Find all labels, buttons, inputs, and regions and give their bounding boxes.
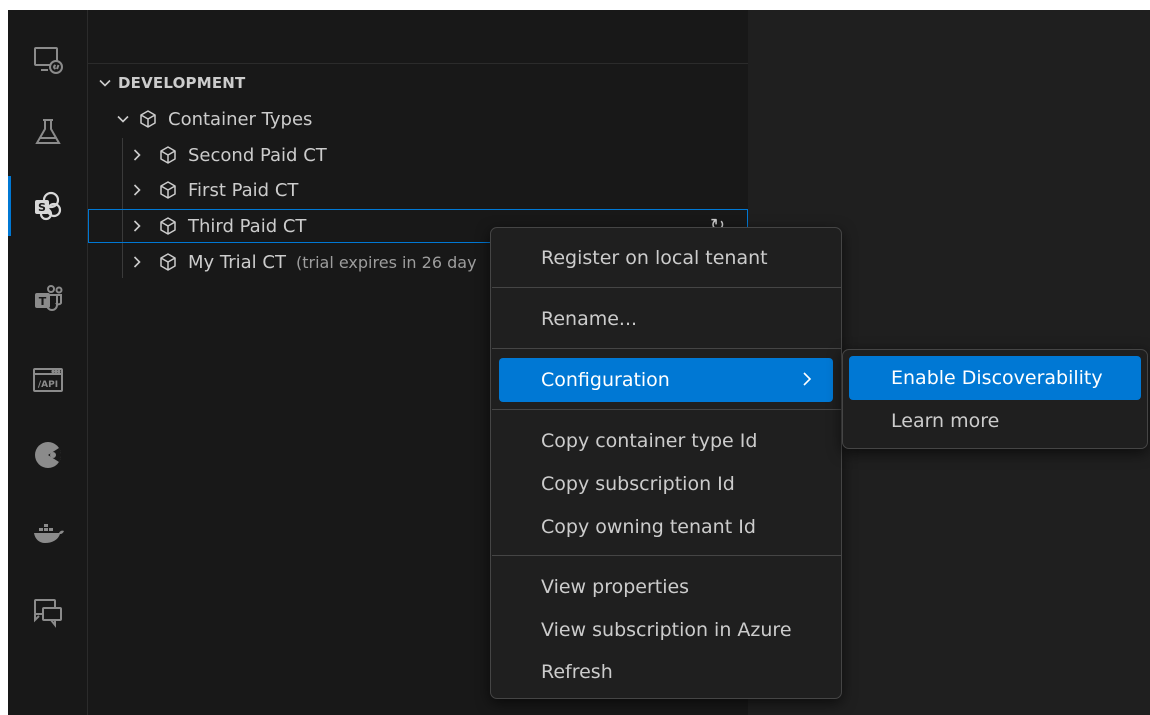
tree-item-second-paid-ct[interactable]: Second Paid CT bbox=[88, 138, 748, 172]
chevron-right-icon bbox=[803, 372, 812, 386]
activity-bar: S T /API bbox=[8, 10, 88, 715]
submenu-item-label: Enable Discoverability bbox=[891, 367, 1103, 389]
configuration-submenu: Enable Discoverability Learn more bbox=[842, 349, 1148, 449]
chevron-down-icon bbox=[99, 79, 111, 87]
menu-separator bbox=[492, 555, 841, 556]
menu-item-label: Copy subscription Id bbox=[541, 473, 735, 495]
svg-text:S: S bbox=[38, 201, 46, 214]
menu-item-view-subscription-azure[interactable]: View subscription in Azure bbox=[499, 608, 833, 652]
menu-separator bbox=[492, 409, 841, 410]
tree-item-label: Second Paid CT bbox=[188, 144, 327, 166]
cube-icon bbox=[160, 253, 176, 271]
menu-item-copy-container-type-id[interactable]: Copy container type Id bbox=[499, 419, 833, 463]
testing-flask-icon[interactable] bbox=[8, 102, 87, 162]
api-center-icon[interactable]: /API bbox=[8, 350, 87, 410]
tree-item-container-types[interactable]: Container Types bbox=[88, 102, 748, 136]
submenu-item-learn-more[interactable]: Learn more bbox=[849, 399, 1141, 443]
svg-text:/API: /API bbox=[37, 380, 57, 390]
tree-item-label: Container Types bbox=[168, 108, 313, 130]
menu-item-label: Rename... bbox=[541, 308, 638, 330]
chevron-right-icon bbox=[133, 149, 141, 161]
menu-item-view-properties[interactable]: View properties bbox=[499, 565, 833, 609]
submenu-item-enable-discoverability[interactable]: Enable Discoverability bbox=[849, 356, 1141, 400]
svg-text:T: T bbox=[38, 295, 46, 308]
section-title: DEVELOPMENT bbox=[118, 74, 246, 92]
cube-icon bbox=[140, 110, 156, 128]
menu-item-label: View subscription in Azure bbox=[541, 619, 792, 641]
cube-icon bbox=[160, 146, 176, 164]
menu-separator bbox=[492, 348, 841, 349]
remote-explorer-icon[interactable] bbox=[8, 30, 87, 90]
tree-item-first-paid-ct[interactable]: First Paid CT bbox=[88, 173, 748, 207]
menu-separator bbox=[492, 287, 841, 288]
tree-item-label: Third Paid CT bbox=[188, 215, 307, 237]
sharepoint-embedded-icon[interactable]: S bbox=[8, 176, 87, 236]
vscode-window: S T /API DEVELOPMENT Container Types Sec… bbox=[8, 10, 1150, 715]
menu-item-label: Copy container type Id bbox=[541, 430, 758, 452]
chat-feedback-icon[interactable] bbox=[8, 582, 87, 642]
menu-item-label: Configuration bbox=[541, 369, 670, 391]
menu-item-label: Register on local tenant bbox=[541, 247, 768, 269]
submenu-item-label: Learn more bbox=[891, 410, 1000, 432]
menu-item-copy-owning-tenant-id[interactable]: Copy owning tenant Id bbox=[499, 505, 833, 549]
menu-item-copy-subscription-id[interactable]: Copy subscription Id bbox=[499, 462, 833, 506]
docker-whale-icon[interactable] bbox=[8, 504, 87, 564]
menu-item-label: View properties bbox=[541, 576, 690, 598]
menu-item-configuration[interactable]: Configuration bbox=[499, 358, 833, 402]
chevron-right-icon bbox=[133, 220, 141, 232]
tree-item-description: (trial expires in 26 day bbox=[295, 252, 477, 272]
chevron-right-icon bbox=[133, 256, 141, 268]
menu-item-label: Refresh bbox=[541, 661, 613, 683]
chevron-down-icon bbox=[117, 115, 129, 123]
menu-item-rename[interactable]: Rename... bbox=[499, 297, 833, 341]
context-menu: Register on local tenant Rename... Confi… bbox=[490, 227, 842, 699]
section-header-development[interactable]: DEVELOPMENT bbox=[98, 72, 245, 94]
menu-item-refresh[interactable]: Refresh bbox=[499, 650, 833, 694]
kubernetes-pie-icon[interactable] bbox=[8, 425, 87, 485]
teams-toolkit-icon[interactable]: T bbox=[8, 268, 87, 328]
cube-icon bbox=[160, 217, 176, 235]
cube-icon bbox=[160, 181, 176, 199]
sidebar-divider bbox=[88, 63, 748, 64]
chevron-right-icon bbox=[133, 184, 141, 196]
tree-item-label: First Paid CT bbox=[188, 179, 299, 201]
tree-item-label: My Trial CT bbox=[188, 251, 286, 273]
menu-item-register-local-tenant[interactable]: Register on local tenant bbox=[499, 236, 833, 280]
menu-item-label: Copy owning tenant Id bbox=[541, 516, 756, 538]
